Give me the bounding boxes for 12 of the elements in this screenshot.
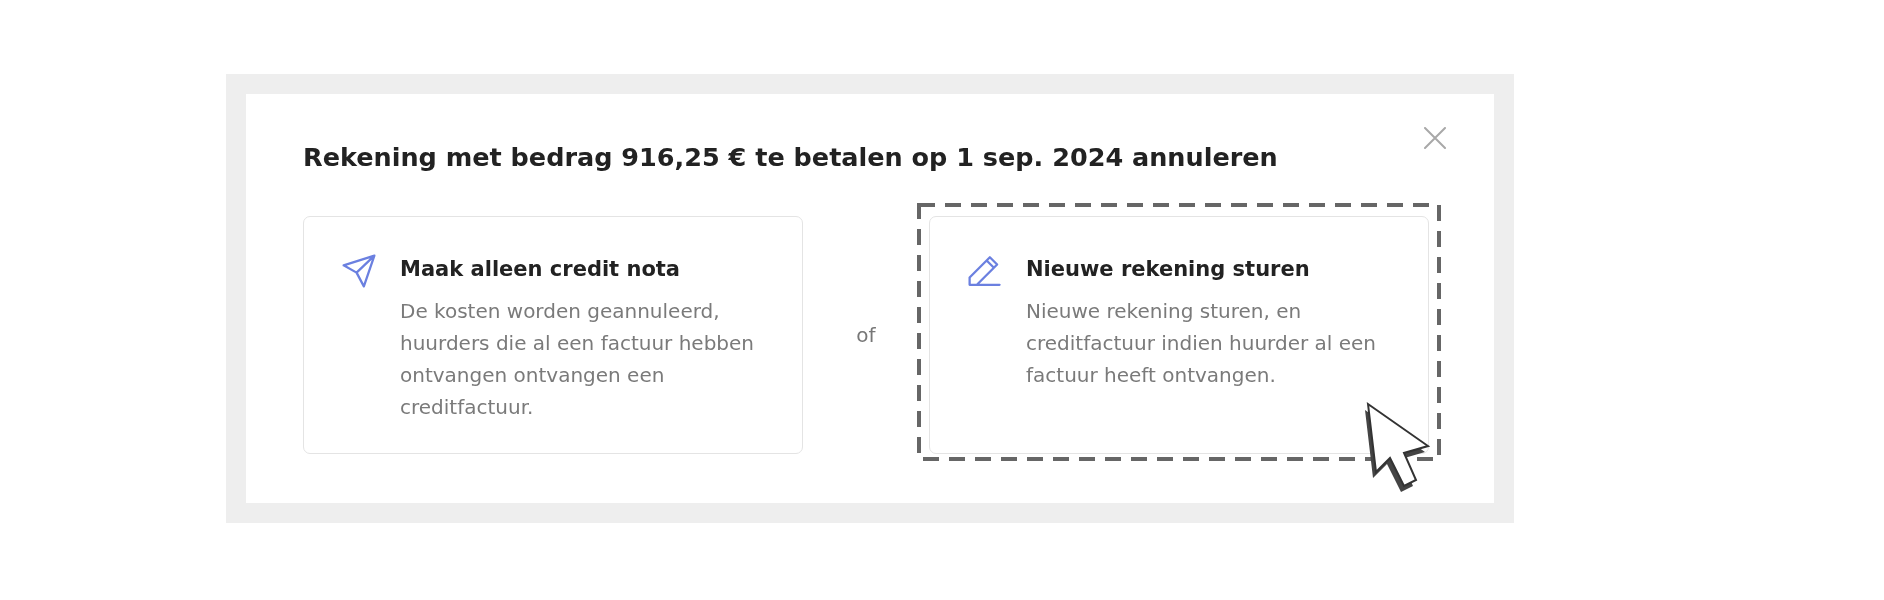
option-card[interactable]: Maak alleen credit nota De kosten worden geannuleerd, huurders die al een factuur hebben ontvangen ontvangen een creditfactuur. xyxy=(303,216,803,454)
option-description: Nieuwe rekening sturen, en creditfactuur indien huurder al een factuur heeft ontvangen. xyxy=(1026,298,1377,389)
option-card[interactable]: Nieuwe rekening sturen Nieuwe rekening sturen, en creditfactuur indien huurder al een factuur heeft ontvangen. xyxy=(929,216,1429,454)
option-heading: Nieuwe rekening sturen xyxy=(1026,256,1310,283)
paper-plane-icon xyxy=(342,254,376,288)
dialog-title: Rekening met bedrag 916,25 € te betalen op 1 sep. 2024 annuleren xyxy=(303,141,1278,173)
separator-text: of xyxy=(856,323,876,347)
option-description: De kosten worden geannuleerd, huurders die al een factuur hebben ontvangen ontvangen een creditfactuur. xyxy=(400,298,756,421)
pencil-icon xyxy=(968,254,1002,288)
close-button[interactable] xyxy=(1424,127,1446,149)
close-icon xyxy=(1424,127,1446,149)
option-heading: Maak alleen credit nota xyxy=(400,256,681,283)
